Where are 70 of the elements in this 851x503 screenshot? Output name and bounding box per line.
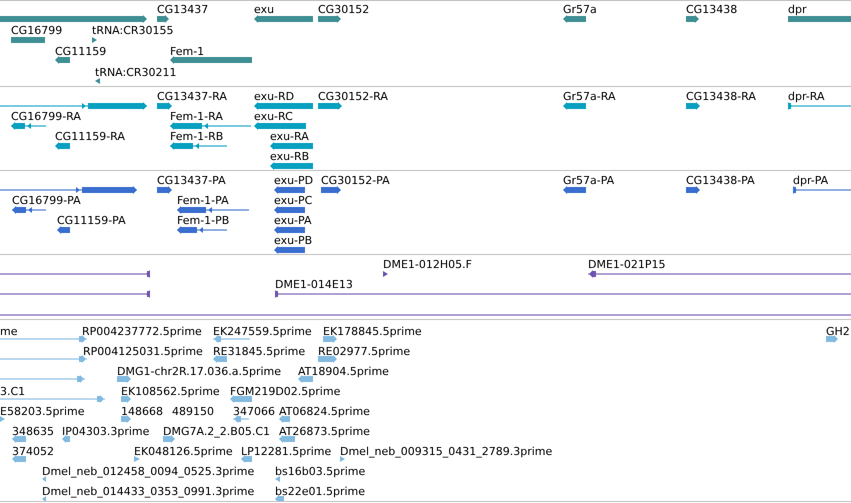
feature-label: CG11159: [55, 45, 106, 58]
feature-label: CG13438-RA: [686, 90, 756, 103]
feature-label: 3.C1: [0, 385, 26, 398]
feature-label: Dmel_neb_012458_0094_0525.3prime: [42, 465, 254, 478]
feature-label: DMG1-chr2R.17.036.a.5prime: [117, 365, 282, 378]
feature-label: CG30152: [318, 3, 370, 16]
feature-label: CG13437-RA: [157, 90, 227, 103]
feature-label: 374052: [12, 445, 54, 458]
feature-label: CG16799-RA: [11, 110, 81, 123]
feature-label: EK048126.5prime: [134, 445, 233, 458]
feature-label: exu-RB: [270, 150, 310, 163]
feature-label: exu-PC: [274, 194, 312, 207]
feature-label: RP004237772.5prime: [82, 325, 202, 338]
feature-label: CG11159-RA: [55, 130, 125, 143]
feature-label: GH2: [826, 325, 850, 338]
feature-label: exu-PB: [274, 234, 312, 247]
feature-label: Gr57a: [563, 3, 597, 16]
feature-label: 489150: [172, 405, 214, 418]
feature-label: EK178845.5prime: [323, 325, 422, 338]
feature-label: RP004125031.5prime: [83, 345, 203, 358]
feature-label: Fem-1-PB: [177, 214, 230, 227]
feature-label: CG13437: [157, 3, 208, 16]
feature-label: IP04303.3prime: [62, 425, 150, 438]
feature-label: dpr: [788, 3, 806, 16]
feature-label: CG11159-PA: [57, 214, 126, 227]
feature-label: bs16b03.5prime: [275, 465, 366, 478]
feature-label: 348635: [12, 425, 54, 438]
feature-label: RE02977.5prime: [318, 345, 410, 358]
feature-label: Fem-1-RB: [170, 130, 224, 143]
feature-label: exu-PA: [274, 214, 312, 227]
feature-label: Dmel_neb_014433_0353_0991.3prime: [42, 485, 254, 498]
feature-label: CG16799-PA: [12, 194, 81, 207]
feature-label: EK247559.5prime: [213, 325, 312, 338]
feature-label: DMG7A.2_2.B05.C1: [163, 425, 270, 438]
feature-label: CG30152-RA: [318, 90, 388, 103]
feature-label: Fem-1-RA: [170, 110, 223, 123]
feature-label: tRNA:CR30211: [95, 66, 177, 79]
feature-label: dpr-RA: [788, 90, 824, 103]
feature-label: DME1-021P15: [588, 258, 666, 271]
feature-label: AT26873.5prime: [279, 425, 370, 438]
feature-label: DME1-012H05.F: [383, 258, 472, 271]
feature-label: E58203.5prime: [0, 405, 84, 418]
feature-label: Dmel_neb_009315_0431_2789.3prime: [340, 445, 552, 458]
feature-label: exu-PD: [274, 174, 314, 187]
feature-label: Gr57a-RA: [563, 90, 616, 103]
feature-label: AT06824.5prime: [279, 405, 370, 418]
feature-label: FGM219D02.5prime: [230, 385, 340, 398]
feature-label: exu-RA: [270, 130, 309, 143]
feature-label: exu-RD: [254, 90, 294, 103]
feature-label: exu-RC: [254, 110, 293, 123]
feature-label: dpr-PA: [793, 174, 828, 187]
feature-label: exu: [254, 3, 274, 16]
feature-label: CG13438: [686, 3, 738, 16]
feature-label: me: [0, 325, 18, 338]
feature-label: DME1-014E13: [275, 278, 353, 291]
feature-label: AT18904.5prime: [298, 365, 389, 378]
feature-label: EK108562.5prime: [121, 385, 220, 398]
feature-label: CG13437-PA: [157, 174, 226, 187]
feature-label: tRNA:CR30155: [92, 24, 174, 37]
feature-label: Fem-1: [170, 45, 204, 58]
feature-label: CG13438-PA: [686, 174, 755, 187]
feature-label: LP12281.5prime: [241, 445, 332, 458]
feature-label: Fem-1-PA: [177, 194, 229, 207]
feature-label: 148668: [121, 405, 163, 418]
feature-label: bs22e01.5prime: [275, 485, 366, 498]
feature-label: CG16799: [11, 24, 62, 37]
feature-label: CG30152-PA: [321, 174, 390, 187]
feature-label: Gr57a-PA: [563, 174, 614, 187]
feature-label: 347066: [233, 405, 275, 418]
feature-label: RE31845.5prime: [213, 345, 306, 358]
